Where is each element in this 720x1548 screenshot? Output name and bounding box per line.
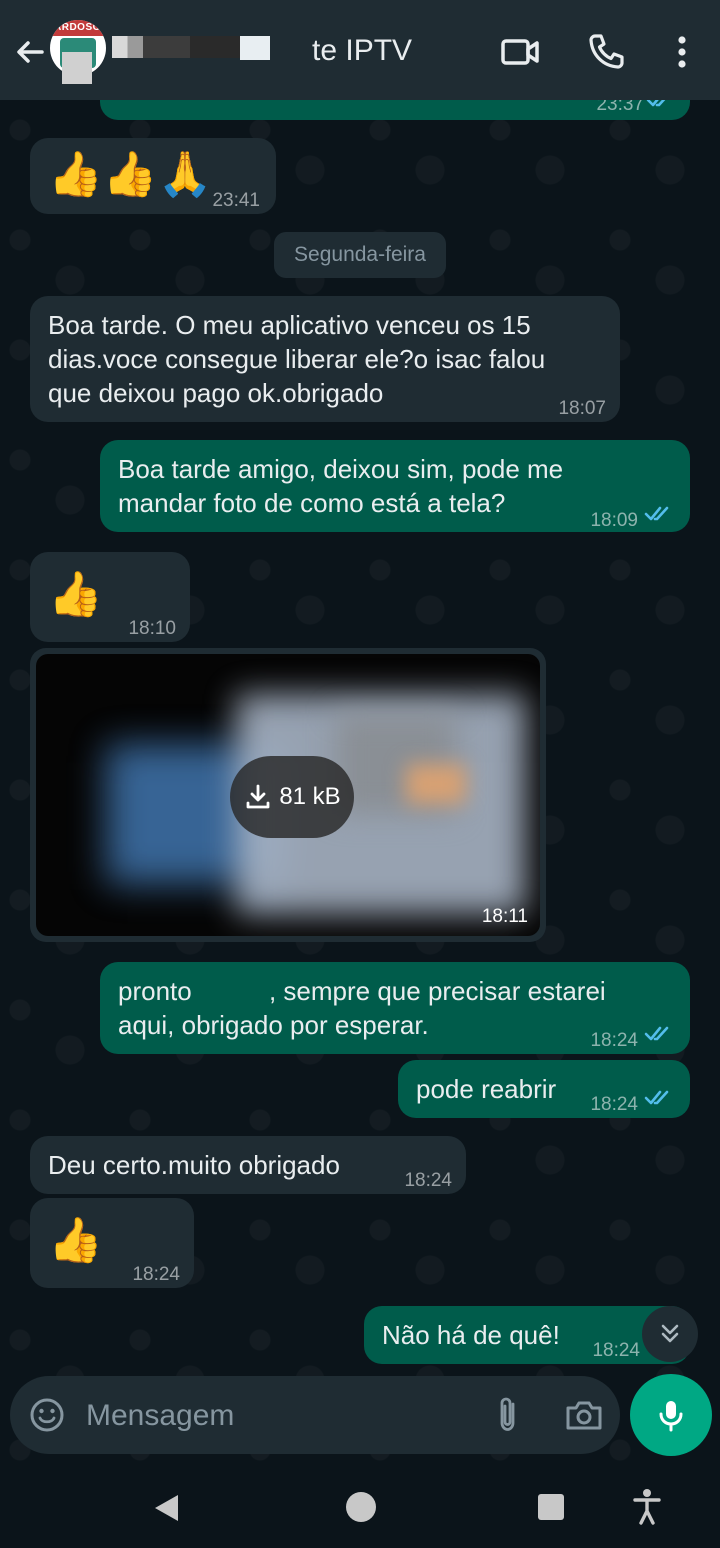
message-incoming[interactable]: 👍 18:24 — [30, 1198, 194, 1288]
camera-icon[interactable] — [562, 1394, 606, 1436]
message-time: 18:24 — [404, 1170, 452, 1191]
paperclip-icon[interactable] — [488, 1394, 528, 1436]
message-outgoing[interactable]: pode reabrir 18:24 — [398, 1060, 690, 1118]
avatar-text: ARDOSO — [54, 22, 101, 33]
message-incoming[interactable]: 👍👍🙏 23:41 — [30, 138, 276, 214]
message-text: Não há de quê! — [382, 1320, 560, 1350]
message-time: 18:24 — [592, 1340, 640, 1361]
message-outgoing[interactable]: Boa tarde amigo, deixou sim, pode me man… — [100, 440, 690, 532]
message-emoji: 👍 — [48, 1216, 103, 1265]
double-chevron-down-icon — [661, 1324, 679, 1343]
redacted-block — [62, 52, 92, 84]
microphone-icon — [659, 1401, 683, 1432]
message-text: Boa tarde amigo, deixou sim, pode me man… — [118, 454, 564, 518]
contact-name[interactable]: te IPTV — [312, 34, 412, 68]
redacted-block — [240, 36, 270, 60]
phone-call-icon[interactable] — [584, 30, 628, 74]
message-time: 18:11 — [481, 906, 528, 927]
message-time: 18:09 — [590, 510, 638, 531]
voice-message-button[interactable] — [630, 1374, 712, 1456]
message-incoming[interactable]: Boa tarde. O meu aplicativo venceu os 15… — [30, 296, 620, 422]
message-text: Deu certo.muito obrigado — [48, 1150, 340, 1180]
system-navigation-bar — [0, 1468, 720, 1548]
message-time: 18:24 — [590, 1094, 638, 1115]
nav-back-icon[interactable] — [150, 1492, 182, 1524]
redacted-name — [198, 980, 269, 1007]
more-options-icon[interactable] — [660, 30, 704, 74]
accessibility-icon[interactable] — [632, 1488, 662, 1526]
message-text-part: pronto — [118, 976, 192, 1006]
message-emoji: 👍👍🙏 — [48, 150, 213, 199]
message-text-part: aqui, obrigado por esperar. — [118, 1010, 429, 1040]
chat-header: ARDOSO te IPTV — [0, 0, 720, 100]
scroll-to-bottom-button[interactable] — [642, 1306, 698, 1362]
read-ticks-icon — [644, 1026, 669, 1041]
date-separator: Segunda-feira — [274, 232, 446, 278]
message-time: 18:24 — [132, 1264, 180, 1285]
video-call-icon[interactable] — [498, 30, 542, 74]
message-text: pronto , sempre que precisar estarei aqu… — [118, 974, 606, 1042]
read-ticks-icon — [644, 1090, 669, 1105]
message-time: 18:07 — [558, 398, 606, 419]
file-size: 81 kB — [279, 783, 341, 810]
redacted-name — [112, 36, 242, 58]
message-incoming[interactable]: Deu certo.muito obrigado 18:24 — [30, 1136, 466, 1194]
message-time: 18:10 — [128, 618, 176, 639]
download-button[interactable]: 81 kB — [230, 756, 354, 838]
download-icon — [246, 784, 270, 809]
back-arrow-icon[interactable] — [10, 32, 50, 72]
message-time: 18:24 — [590, 1030, 638, 1051]
message-text: Boa tarde. O meu aplicativo venceu os 15… — [48, 310, 546, 408]
smiley-icon[interactable] — [26, 1394, 68, 1436]
message-text-part: , sempre que precisar estarei — [268, 976, 606, 1006]
message-input[interactable] — [84, 1390, 478, 1442]
message-text: pode reabrir — [416, 1074, 557, 1104]
message-composer — [10, 1376, 620, 1454]
message-outgoing[interactable]: pronto , sempre que precisar estarei aqu… — [100, 962, 690, 1054]
read-ticks-icon — [644, 506, 669, 521]
nav-recents-icon[interactable] — [538, 1494, 564, 1520]
image-preview[interactable]: 81 kB 18:11 — [36, 654, 540, 936]
message-time: 23:41 — [212, 190, 260, 211]
message-image[interactable]: 81 kB 18:11 — [30, 648, 546, 942]
nav-home-icon[interactable] — [346, 1492, 376, 1522]
message-incoming[interactable]: 👍 18:10 — [30, 552, 190, 642]
message-emoji: 👍 — [48, 570, 103, 619]
